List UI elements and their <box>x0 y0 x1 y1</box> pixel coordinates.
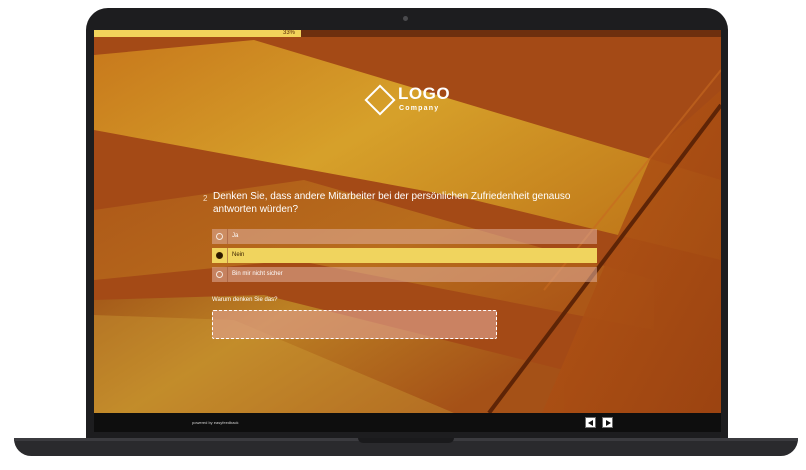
arrow-right-icon <box>606 420 611 426</box>
next-button[interactable] <box>602 417 613 428</box>
radio-button[interactable] <box>216 233 223 240</box>
answer-option-nein[interactable]: Nein <box>212 248 597 263</box>
answer-option-label: Ja <box>232 233 239 239</box>
answer-option-ja[interactable]: Ja <box>212 229 597 244</box>
radio-button[interactable] <box>216 271 223 278</box>
answer-option-nicht-sicher[interactable]: Bin mir nicht sicher <box>212 267 597 282</box>
answer-option-label: Nein <box>232 252 245 258</box>
question-text: Denken Sie, dass andere Mitarbeiter bei … <box>213 191 571 215</box>
logo-title: LOGO <box>398 84 451 103</box>
radio-cell <box>212 267 228 282</box>
answer-option-label: Bin mir nicht sicher <box>232 271 283 277</box>
company-logo: LOGO Company <box>362 82 452 118</box>
logo-subtitle: Company <box>399 105 440 112</box>
survey-screen: 33% LOGO Company 2 Denken Sie, dass ande… <box>94 30 721 432</box>
laptop-notch <box>358 438 454 443</box>
radio-cell <box>212 248 228 263</box>
radio-cell <box>212 229 228 244</box>
followup-textarea[interactable] <box>212 310 497 339</box>
survey-footer: powered by easyfeedback <box>94 413 721 432</box>
arrow-left-icon <box>588 420 593 426</box>
question-number: 2 <box>203 194 208 203</box>
diamond-logo-icon <box>364 84 396 116</box>
progress-percent-label: 33% <box>282 30 295 36</box>
radio-button[interactable] <box>216 252 223 259</box>
powered-by-text: powered by easyfeedback <box>192 420 239 425</box>
webcam-icon <box>403 16 408 21</box>
previous-button[interactable] <box>585 417 596 428</box>
followup-label: Warum denken Sie das? <box>212 297 278 303</box>
